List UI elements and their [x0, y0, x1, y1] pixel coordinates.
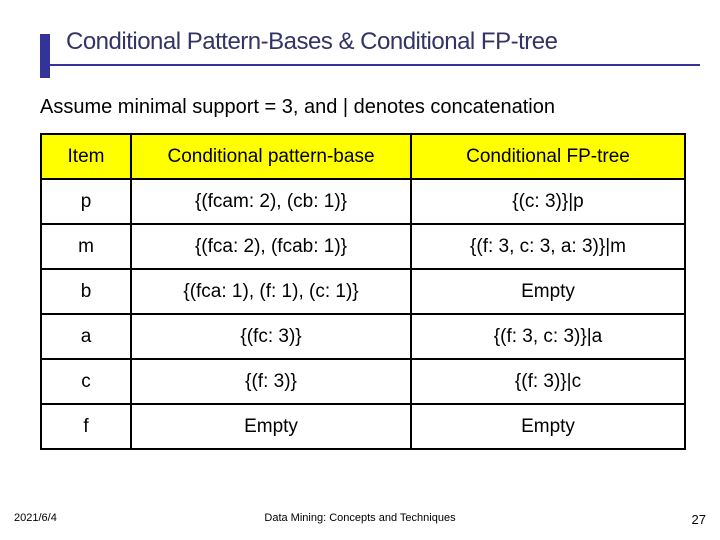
slide-title: Conditional Pattern-Bases & Conditional …	[48, 28, 720, 56]
table-row: c {(f: 3)} {(f: 3)}|c	[41, 359, 685, 404]
cell-item: p	[41, 179, 131, 224]
slide-footer: 2021/6/4 Data Mining: Concepts and Techn…	[0, 512, 720, 530]
table-row: b {(fca: 1), (f: 1), (c: 1)} Empty	[41, 269, 685, 314]
footer-source: Data Mining: Concepts and Techniques	[0, 512, 720, 524]
cell-tree: {(f: 3, c: 3, a: 3)}|m	[411, 224, 685, 269]
cell-item: f	[41, 404, 131, 449]
cell-item: m	[41, 224, 131, 269]
fp-tree-table: Item Conditional pattern-base Conditiona…	[40, 133, 686, 450]
col-header-item: Item	[41, 134, 131, 179]
table-row: f Empty Empty	[41, 404, 685, 449]
table-row: m {(fca: 2), (fcab: 1)} {(f: 3, c: 3, a:…	[41, 224, 685, 269]
col-header-base: Conditional pattern-base	[131, 134, 411, 179]
cell-item: c	[41, 359, 131, 404]
table-row: p {(fcam: 2), (cb: 1)} {(c: 3)}|p	[41, 179, 685, 224]
cell-base: {(fca: 2), (fcab: 1)}	[131, 224, 411, 269]
slide-subtitle: Assume minimal support = 3, and | denote…	[40, 96, 720, 119]
cell-tree: {(f: 3)}|c	[411, 359, 685, 404]
cell-base: Empty	[131, 404, 411, 449]
cell-item: b	[41, 269, 131, 314]
slide-title-region: Conditional Pattern-Bases & Conditional …	[0, 0, 720, 62]
title-accent-bar	[40, 34, 50, 78]
cell-base: {(fcam: 2), (cb: 1)}	[131, 179, 411, 224]
cell-base: {(fc: 3)}	[131, 314, 411, 359]
table-header-row: Item Conditional pattern-base Conditiona…	[41, 134, 685, 179]
footer-page-number: 27	[692, 512, 706, 527]
title-underline	[40, 64, 700, 66]
cell-tree: {(c: 3)}|p	[411, 179, 685, 224]
cell-tree: Empty	[411, 269, 685, 314]
cell-item: a	[41, 314, 131, 359]
cell-tree: Empty	[411, 404, 685, 449]
table-row: a {(fc: 3)} {(f: 3, c: 3)}|a	[41, 314, 685, 359]
cell-base: {(f: 3)}	[131, 359, 411, 404]
cell-tree: {(f: 3, c: 3)}|a	[411, 314, 685, 359]
cell-base: {(fca: 1), (f: 1), (c: 1)}	[131, 269, 411, 314]
col-header-tree: Conditional FP-tree	[411, 134, 685, 179]
